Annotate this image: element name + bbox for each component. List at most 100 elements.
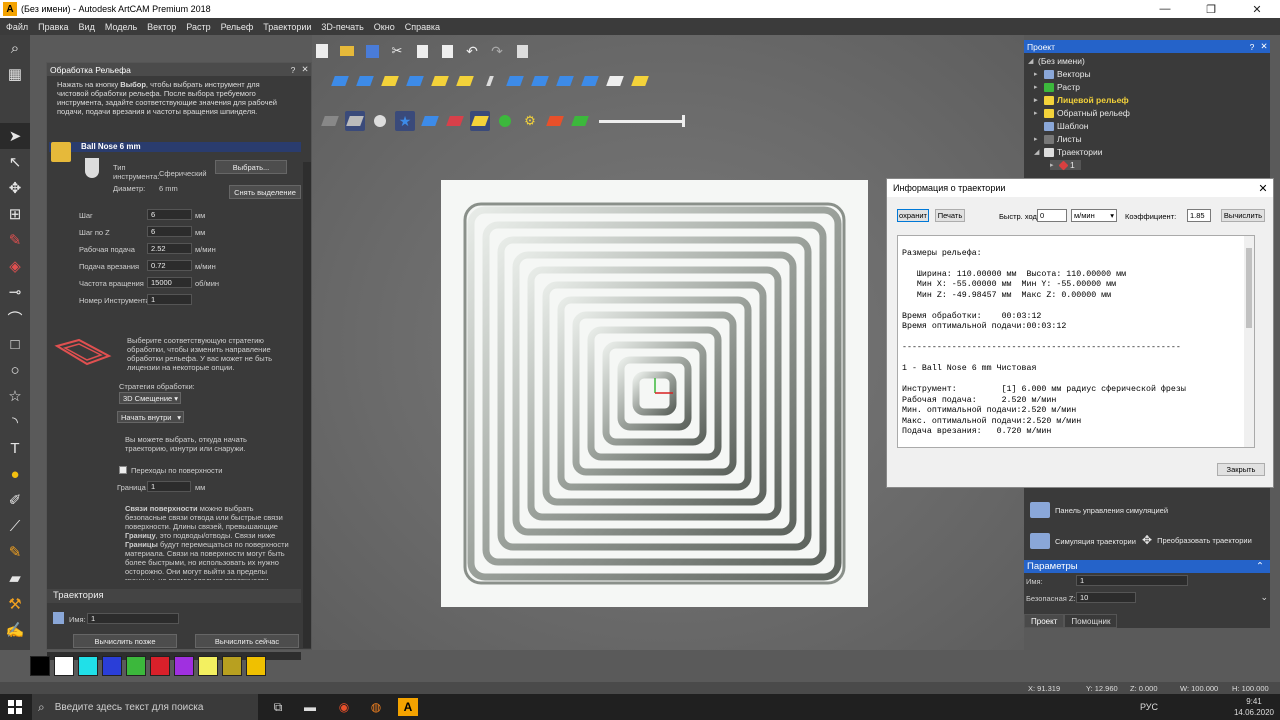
relief-icon-5[interactable] [430, 71, 450, 91]
transform-toolpaths-link[interactable]: ✥ Преобразовать траектории [1142, 533, 1252, 547]
close-button[interactable]: Закрыть [1217, 463, 1265, 476]
zoom-icon[interactable]: ⌕ [0, 35, 30, 61]
rectangle-icon[interactable]: □ [0, 331, 30, 357]
panel-scrollbar[interactable] [303, 162, 311, 648]
menu-toolpaths[interactable]: Траектории [263, 22, 311, 32]
layer-green-icon[interactable] [495, 111, 515, 131]
color-swatch-blue[interactable] [102, 656, 122, 676]
menu-vector[interactable]: Вектор [147, 22, 176, 32]
simulate-toolpath-link[interactable]: Симуляция траектории [1030, 533, 1136, 549]
save-icon[interactable] [362, 41, 382, 61]
menu-raster[interactable]: Растр [186, 22, 210, 32]
chrome-icon[interactable]: ◉ [334, 698, 354, 716]
scrollbar-thumb[interactable] [1246, 248, 1252, 328]
zoom-relief-icon[interactable]: ⚙ [520, 111, 540, 131]
fade-slider-thumb[interactable] [682, 115, 685, 127]
relief-icon-11[interactable] [580, 71, 600, 91]
copy-icon[interactable] [412, 41, 432, 61]
cut-icon[interactable]: ✂ [387, 41, 407, 61]
layout-grid-icon[interactable]: ⊞ [0, 201, 30, 227]
report-text-area[interactable]: Размеры рельефа: Ширина: 110.00000 мм Вы… [897, 235, 1255, 448]
menu-edit[interactable]: Правка [38, 22, 68, 32]
relief-icon-8[interactable] [505, 71, 525, 91]
tree-item-raster[interactable]: ▸ Растр [1034, 82, 1080, 92]
menu-relief[interactable]: Рельеф [221, 22, 254, 32]
tab-project[interactable]: Проект [1024, 614, 1065, 628]
plunge-rate-input[interactable]: 0.72 [147, 260, 192, 271]
relief-icon-12[interactable] [605, 71, 625, 91]
report-scrollbar[interactable] [1244, 236, 1254, 447]
eraser-icon[interactable]: ▰ [0, 565, 30, 591]
tree-item-template[interactable]: Шаблон [1034, 121, 1088, 131]
clock[interactable]: 9:41 14.06.2020 [1234, 696, 1274, 718]
start-position-select[interactable]: Начать внутри ▾ [117, 411, 184, 423]
taskbar-search[interactable]: ⌕ Введите здесь текст для поиска [32, 694, 258, 720]
close-dialog-icon[interactable]: ✕ [1253, 182, 1273, 195]
color-swatch-gold[interactable] [246, 656, 266, 676]
grid-icon[interactable]: ▦ [0, 61, 30, 87]
color-swatch-light-yellow[interactable] [198, 656, 218, 676]
menu-view[interactable]: Вид [79, 22, 95, 32]
redo-icon[interactable]: ↷ [487, 41, 507, 61]
color-swatch-cyan[interactable] [78, 656, 98, 676]
color-swatch-green[interactable] [126, 656, 146, 676]
knife-icon[interactable]: ⟋ [0, 513, 30, 539]
tree-item-root[interactable]: ◢ (Без имени) [1028, 56, 1085, 66]
tree-item-front-relief[interactable]: ▸ Лицевой рельеф [1034, 95, 1129, 105]
relief-icon-1[interactable] [330, 71, 350, 91]
tab-assistant[interactable]: Помощник [1064, 614, 1118, 628]
fill-icon[interactable]: ◈ [0, 253, 30, 279]
circle-icon[interactable]: ○ [0, 357, 30, 383]
menu-3d-print[interactable]: 3D-печать [321, 22, 363, 32]
layer-red-icon[interactable] [445, 111, 465, 131]
node-edit-icon[interactable]: ↖ [0, 149, 30, 175]
paste-icon[interactable] [437, 41, 457, 61]
tree-item-back-relief[interactable]: ▸ Обратный рельеф [1034, 108, 1130, 118]
stepover-input[interactable]: 6 [147, 209, 192, 220]
layer-blue-icon[interactable] [420, 111, 440, 131]
color-swatch-purple[interactable] [174, 656, 194, 676]
select-tool-button[interactable]: Выбрать... [215, 160, 287, 174]
stepdown-input[interactable]: 6 [147, 226, 192, 237]
menu-file[interactable]: Файл [6, 22, 28, 32]
artcam-taskbar-icon[interactable]: A [398, 698, 418, 716]
sculpt-icon[interactable]: ✍ [0, 617, 30, 643]
relief-icon-6[interactable] [455, 71, 475, 91]
save-button[interactable]: охранит [897, 209, 929, 222]
new-file-icon[interactable] [312, 41, 332, 61]
color-swatch-olive[interactable] [222, 656, 242, 676]
color-swatch-red[interactable] [150, 656, 170, 676]
relief-icon-13[interactable] [630, 71, 650, 91]
relief-icon-2[interactable] [355, 71, 375, 91]
arc-icon[interactable]: ◝ [0, 409, 30, 435]
language-indicator[interactable]: РУС [1140, 702, 1158, 712]
relief-multicolor-icon[interactable] [545, 111, 565, 131]
rotate-view-icon[interactable] [370, 111, 390, 131]
menu-model[interactable]: Модель [105, 22, 137, 32]
strategy-select[interactable]: 3D Смещение ▾ [119, 392, 181, 404]
wireframe-icon[interactable] [345, 111, 365, 131]
tree-item-sheets[interactable]: ▸ Листы [1034, 134, 1082, 144]
relief-icon-4[interactable] [405, 71, 425, 91]
collapse-icon[interactable]: ⌃ [1256, 561, 1270, 572]
help-button[interactable]: ? [287, 65, 299, 75]
calculate-now-button[interactable]: Вычислить сейчас [195, 634, 299, 648]
relief-stack-icon[interactable] [570, 111, 590, 131]
transform-icon[interactable]: ✥ [0, 175, 30, 201]
undo-icon[interactable]: ↶ [462, 41, 482, 61]
relief-icon-10[interactable] [555, 71, 575, 91]
document-icon[interactable] [512, 41, 532, 61]
calculate-later-button[interactable]: Вычислить позже [73, 634, 177, 648]
help-button[interactable]: ? [1246, 42, 1258, 52]
maximize-button[interactable]: ❐ [1188, 0, 1234, 18]
tree-item-toolpaths[interactable]: ◢ Траектории [1034, 147, 1102, 157]
close-panel-button[interactable]: ✕ [1258, 41, 1270, 52]
layer-yellow-icon[interactable] [470, 111, 490, 131]
boundary-input[interactable]: 1 [147, 481, 191, 492]
paint-brush-icon[interactable]: ✎ [0, 539, 30, 565]
tool-number-input[interactable]: 1 [147, 294, 192, 305]
calculate-button[interactable]: Вычислить [1221, 209, 1265, 222]
windows-start-icon[interactable] [8, 700, 22, 714]
tree-item-toolpath-1[interactable]: ▸ 1 [1050, 160, 1081, 170]
tool-database-icon[interactable] [51, 142, 71, 162]
